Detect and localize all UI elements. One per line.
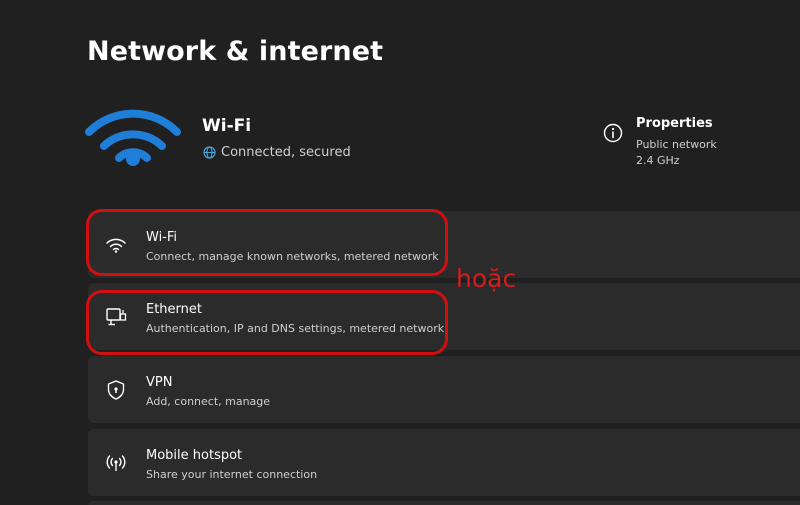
connection-status-text: Connected, secured <box>221 145 351 160</box>
card-subtitle: Connect, manage known networks, metered … <box>146 250 439 263</box>
ethernet-icon <box>106 308 127 326</box>
card-title: VPN <box>146 375 173 390</box>
card-subtitle: Share your internet connection <box>146 468 318 481</box>
connection-status: Connected, secured <box>203 145 351 160</box>
wifi-icon <box>106 238 126 253</box>
card-title: Wi-Fi <box>146 230 178 245</box>
vpn-settings-card[interactable]: VPN Add, connect, manage <box>88 356 800 423</box>
network-type: Public network <box>636 138 717 151</box>
info-icon <box>603 123 623 143</box>
globe-icon <box>203 146 216 159</box>
next-settings-card[interactable] <box>88 501 800 505</box>
network-name: Wi-Fi <box>202 116 252 136</box>
hotspot-icon <box>106 455 126 471</box>
shield-icon <box>107 380 125 400</box>
card-title: Ethernet <box>146 302 202 317</box>
ethernet-settings-card[interactable]: Ethernet Authentication, IP and DNS sett… <box>88 283 800 350</box>
properties-title: Properties <box>636 116 713 131</box>
page-title: Network & internet <box>87 36 384 67</box>
wifi-settings-card[interactable]: Wi-Fi Connect, manage known networks, me… <box>88 211 800 278</box>
settings-page: Network & internet Wi-Fi Connected, secu… <box>0 0 800 505</box>
annotation-text: hoặc <box>456 264 517 293</box>
network-band: 2.4 GHz <box>636 154 680 167</box>
mobile-hotspot-card[interactable]: Mobile hotspot Share your internet conne… <box>88 429 800 496</box>
wifi-icon <box>85 109 181 166</box>
card-subtitle: Authentication, IP and DNS settings, met… <box>146 322 445 335</box>
card-subtitle: Add, connect, manage <box>146 395 271 408</box>
card-title: Mobile hotspot <box>146 448 243 463</box>
